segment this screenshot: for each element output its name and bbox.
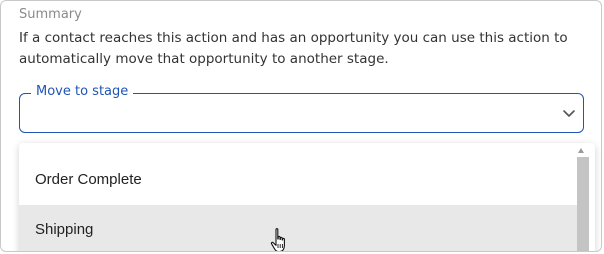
stage-option-order-complete[interactable]: Order Complete xyxy=(19,155,579,205)
summary-label: Summary xyxy=(19,7,82,22)
stage-options-list: Order Complete Shipping xyxy=(19,143,595,251)
scrollbar-thumb[interactable] xyxy=(577,157,589,251)
chevron-down-icon[interactable] xyxy=(561,105,577,121)
summary-text: If a contact reaches this action and has… xyxy=(19,30,568,67)
move-to-stage-label: Move to stage xyxy=(31,84,134,100)
stage-option-shipping[interactable]: Shipping xyxy=(19,205,579,251)
action-settings-panel: Summary If a contact reaches this action… xyxy=(0,0,602,252)
scroll-up-arrow-icon[interactable] xyxy=(577,147,585,155)
hand-pointer-cursor-icon xyxy=(270,228,285,251)
